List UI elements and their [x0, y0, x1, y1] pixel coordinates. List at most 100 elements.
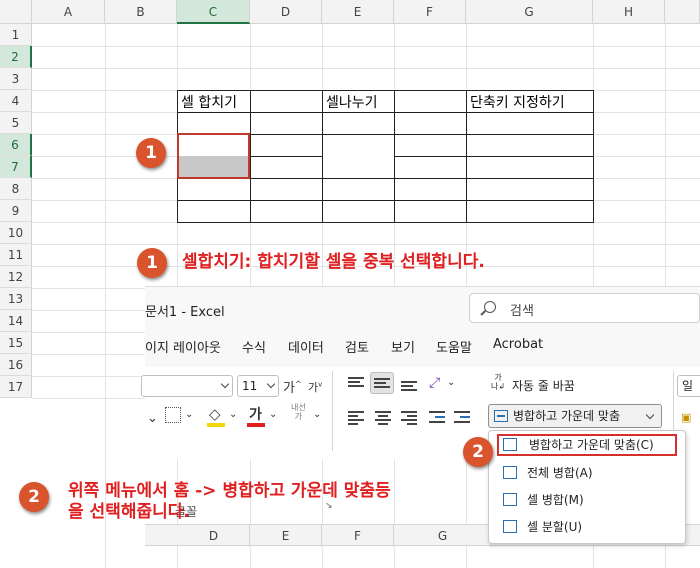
table-header-cell[interactable]	[250, 90, 323, 113]
row-header[interactable]: 2	[0, 46, 32, 68]
table-cell[interactable]	[322, 178, 395, 201]
table-cell[interactable]	[250, 156, 323, 179]
row-header[interactable]: 10	[0, 222, 32, 244]
table-cell[interactable]	[250, 178, 323, 201]
row-header[interactable]: 11	[0, 244, 32, 266]
table-cell[interactable]	[250, 200, 323, 223]
tab-acrobat[interactable]: Acrobat	[493, 337, 543, 352]
borders-icon[interactable]	[165, 407, 181, 423]
table-cell[interactable]	[394, 156, 467, 179]
grow-font-icon[interactable]: 가^	[283, 377, 302, 396]
font-size-dropdown[interactable]: 11	[237, 375, 279, 397]
table-cell[interactable]	[394, 134, 467, 157]
increase-indent-icon[interactable]	[454, 411, 470, 425]
table-cell[interactable]	[250, 134, 323, 157]
column-header-i[interactable]	[665, 0, 700, 24]
chevron-down-icon[interactable]: ⌄	[313, 409, 321, 420]
chevron-down-icon[interactable]: ⌄	[269, 409, 277, 420]
table-cell[interactable]	[466, 200, 594, 223]
phonetic-guide-icon[interactable]: 내선 가	[291, 403, 306, 421]
chevron-down-icon[interactable]: ⌄	[185, 409, 193, 420]
merged-cell[interactable]	[322, 134, 395, 179]
selected-range[interactable]	[177, 133, 250, 179]
row-header[interactable]: 17	[0, 376, 32, 398]
font-color-icon[interactable]: 가	[249, 404, 262, 424]
search-input[interactable]: 검색	[469, 293, 700, 323]
table-cell[interactable]	[177, 178, 251, 201]
row-header[interactable]: 1	[0, 24, 32, 46]
align-middle-button[interactable]	[370, 372, 394, 394]
dialog-launcher-icon[interactable]: ↘	[325, 501, 333, 511]
table-header-cell[interactable]	[394, 90, 467, 113]
menu-item-merge-cells[interactable]: 셀 병합(M)	[497, 489, 677, 511]
row-header[interactable]: 9	[0, 200, 32, 222]
merge-center-button[interactable]: 병합하고 가운데 맞춤	[488, 404, 662, 428]
shrink-font-icon[interactable]: 가v	[308, 379, 322, 395]
menu-item-unmerge-cells[interactable]: 셀 분할(U)	[497, 516, 677, 538]
column-header-f[interactable]: F	[394, 0, 466, 24]
chevron-down-icon[interactable]: ⌄	[229, 409, 237, 420]
menu-item-merge-center[interactable]: 병합하고 가운데 맞춤(C)	[497, 434, 677, 456]
table-cell[interactable]	[466, 134, 594, 157]
table-cell[interactable]	[177, 112, 251, 135]
tab-data[interactable]: 데이터	[288, 337, 324, 356]
column-header-c[interactable]: C	[177, 0, 250, 24]
tab-view[interactable]: 보기	[391, 337, 415, 356]
align-bottom-icon[interactable]	[401, 379, 417, 393]
column-header-a[interactable]: A	[32, 0, 105, 24]
accounting-format-icon[interactable]: ▣	[681, 411, 691, 424]
row-header[interactable]: 7	[0, 156, 32, 178]
row-header[interactable]: 3	[0, 68, 32, 90]
column-header-e[interactable]: E	[322, 0, 394, 24]
chevron-down-icon[interactable]: ⌄	[147, 411, 158, 426]
number-format-dropdown[interactable]: 일	[677, 375, 700, 397]
table-cell[interactable]	[394, 178, 467, 201]
chevron-down-icon[interactable]: ⌄	[447, 377, 455, 388]
column-header-d[interactable]: D	[250, 0, 322, 24]
row-header[interactable]: 12	[0, 266, 32, 288]
table-cell[interactable]	[394, 112, 467, 135]
table-cell[interactable]	[466, 156, 594, 179]
table-cell[interactable]	[177, 200, 251, 223]
align-right-icon[interactable]	[401, 411, 417, 425]
row-header[interactable]: 14	[0, 310, 32, 332]
row-header[interactable]: 5	[0, 112, 32, 134]
tab-formulas[interactable]: 수식	[242, 337, 266, 356]
menu-item-merge-across[interactable]: 전체 병합(A)	[497, 462, 677, 484]
table-cell[interactable]	[322, 200, 395, 223]
wrap-text-icon[interactable]: 가 나↲	[491, 373, 505, 391]
row-header[interactable]: 15	[0, 332, 32, 354]
row-header[interactable]: 4	[0, 90, 32, 112]
table-cell[interactable]	[466, 112, 594, 135]
tab-page-layout[interactable]: 이지 레이아웃	[145, 337, 221, 356]
select-all-corner[interactable]	[0, 0, 32, 24]
column-header-g[interactable]: G	[394, 525, 492, 547]
wrap-text-button[interactable]: 자동 줄 바꿈	[512, 377, 575, 394]
column-header-g[interactable]: G	[466, 0, 593, 24]
table-cell[interactable]	[322, 112, 395, 135]
row-header[interactable]: 16	[0, 354, 32, 376]
row-header[interactable]: 8	[0, 178, 32, 200]
column-header-d[interactable]: D	[178, 525, 250, 547]
table-cell[interactable]	[250, 112, 323, 135]
tab-review[interactable]: 검토	[345, 337, 369, 356]
font-name-dropdown[interactable]	[141, 375, 233, 397]
row-header[interactable]: 13	[0, 288, 32, 310]
table-header-cell[interactable]: 셀나누기	[322, 90, 395, 113]
column-header-b[interactable]: B	[105, 0, 177, 24]
align-left-icon[interactable]	[348, 411, 364, 425]
orientation-icon[interactable]: ⤢	[429, 375, 440, 391]
column-header-h[interactable]: H	[593, 0, 665, 24]
column-header-e[interactable]: E	[250, 525, 322, 547]
decrease-indent-icon[interactable]	[429, 411, 445, 425]
table-cell[interactable]	[394, 200, 467, 223]
align-top-icon[interactable]	[348, 377, 364, 391]
table-header-cell[interactable]: 셀 합치기	[177, 90, 251, 113]
fill-color-icon[interactable]: ◇	[209, 405, 221, 423]
column-header-f[interactable]: F	[322, 525, 394, 547]
row-header[interactable]: 6	[0, 134, 32, 156]
tab-help[interactable]: 도움말	[436, 337, 472, 356]
table-header-cell[interactable]: 단축키 지정하기	[466, 90, 594, 113]
table-cell[interactable]	[466, 178, 594, 201]
align-center-icon[interactable]	[375, 411, 391, 425]
